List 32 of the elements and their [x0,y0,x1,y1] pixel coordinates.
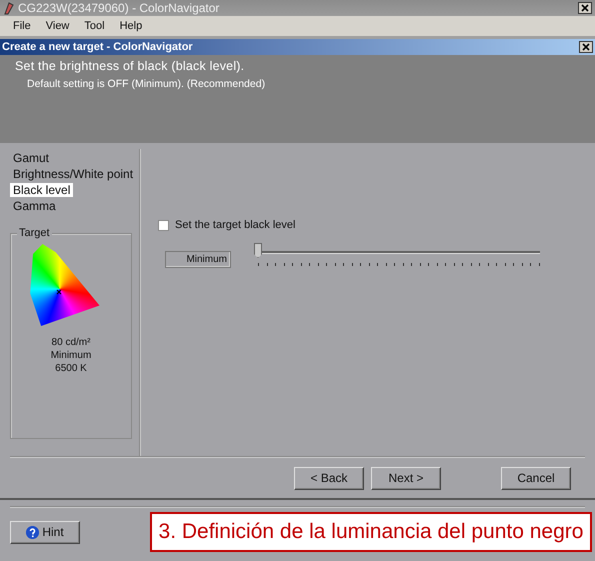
close-button[interactable] [578,2,592,14]
cancel-button[interactable]: Cancel [501,466,571,490]
help-icon [26,526,40,538]
slider-thumb[interactable] [254,243,262,258]
wizard-step[interactable]: Gamma [10,199,59,213]
menu-item[interactable]: View [38,20,78,32]
menu-item[interactable]: Tool [77,20,113,32]
cross-mark-icon [56,289,62,296]
close-icon [581,4,589,12]
wizard-step[interactable]: Brightness/White point [10,167,136,181]
next-button[interactable]: Next > [371,466,441,490]
menu-item[interactable]: Help [112,20,150,32]
checkbox[interactable] [158,220,169,230]
app-icon [3,2,15,14]
value-display: Minimum [165,251,231,268]
instruction-note: Default setting is OFF (Minimum). (Recommended) [27,78,266,90]
wizard-step[interactable]: Black level [10,183,74,197]
checkbox-label: Set the target black level [175,219,296,231]
group-title: Target [17,227,52,239]
dialog-title: Create a new target - ColorNavigator [2,41,193,53]
window-title: CG223W(23479060) - ColorNavigator [18,1,220,15]
menu-item[interactable]: File [6,20,39,32]
close-icon [582,43,590,51]
target-value: 80 cd/m² [52,336,90,349]
back-button[interactable]: < Back [294,466,364,490]
target-value: 6500 K [55,362,87,375]
close-button[interactable] [579,41,593,53]
wizard-step[interactable]: Gamut [10,151,52,165]
target-value: Minimum [50,349,92,362]
hint-button[interactable]: Hint [10,520,80,544]
instruction-heading: Set the brightness of black (black level). [15,59,246,73]
caption-banner: 3. Definición de la luminancia del punto negro [150,512,592,552]
